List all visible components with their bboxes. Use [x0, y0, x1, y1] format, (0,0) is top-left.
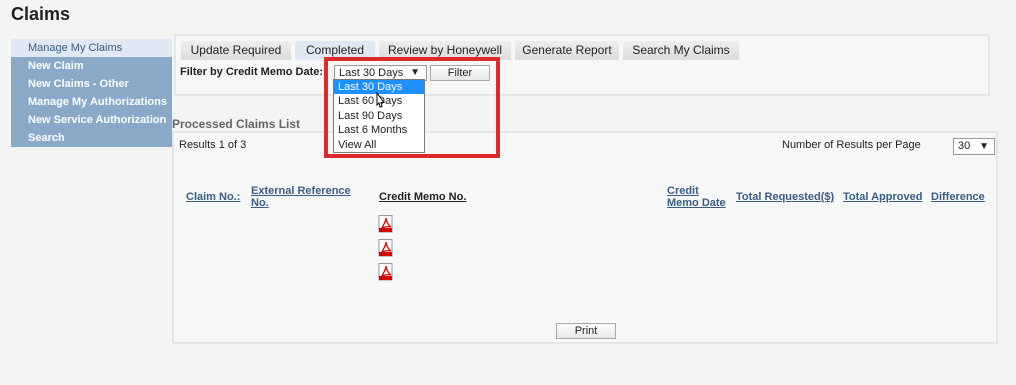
page-title: Claims: [11, 4, 71, 24]
column-header-credit-memo-no[interactable]: Credit Memo No.: [379, 191, 466, 203]
pdf-icon[interactable]: [378, 215, 394, 233]
column-header-difference[interactable]: Difference: [931, 191, 985, 203]
sidebar-item-search[interactable]: Search: [11, 129, 172, 147]
results-per-page-label: Number of Results per Page: [782, 139, 921, 151]
sidebar-item-manage-my-authorizations[interactable]: Manage My Authorizations: [11, 93, 172, 111]
sidebar-item-manage-my-claims[interactable]: Manage My Claims: [11, 39, 172, 57]
tab-generate-report[interactable]: Generate Report: [515, 41, 619, 60]
column-header-credit-memo-date-line2: Memo Date: [667, 197, 726, 209]
results-per-page-value: 30: [958, 140, 971, 152]
column-header-total-requested[interactable]: Total Requested($): [736, 191, 834, 203]
processed-claims-panel: Results 1 of 3 Number of Results per Pag…: [172, 131, 998, 344]
tab-search-my-claims[interactable]: Search My Claims: [623, 41, 739, 60]
pdf-icon[interactable]: [378, 239, 394, 257]
results-per-page-select[interactable]: 30 ▼: [953, 138, 995, 155]
sidebar-item-new-service-authorization[interactable]: New Service Authorization: [11, 111, 172, 129]
pdf-icon[interactable]: [378, 263, 394, 281]
filter-credit-memo-date-label: Filter by Credit Memo Date:: [180, 66, 324, 78]
sidebar-nav: Manage My Claims New Claim New Claims - …: [11, 39, 172, 147]
column-header-total-approved[interactable]: Total Approved: [843, 191, 922, 203]
claims-tab-panel: Update Required Completed Review by Hone…: [174, 34, 990, 96]
column-header-external-reference[interactable]: External Reference No.: [251, 185, 351, 209]
column-header-external-reference-line1: External Reference: [251, 185, 351, 197]
sidebar-item-new-claims-other[interactable]: New Claims - Other: [11, 75, 172, 93]
mouse-pointer-icon: [376, 92, 385, 108]
print-button[interactable]: Print: [556, 323, 616, 339]
results-count: Results 1 of 3: [179, 139, 247, 151]
annotation-highlight-box: [324, 57, 500, 158]
column-header-external-reference-line2: No.: [251, 197, 269, 209]
column-header-claim-no[interactable]: Claim No.:: [186, 191, 240, 203]
processed-claims-title: Processed Claims List: [172, 117, 301, 131]
tab-update-required[interactable]: Update Required: [181, 41, 291, 60]
column-header-credit-memo-date-line1: Credit: [667, 185, 699, 197]
dropdown-arrow-icon: ▼: [979, 141, 989, 152]
column-header-credit-memo-date[interactable]: Credit Memo Date: [667, 185, 726, 209]
sidebar-item-new-claim[interactable]: New Claim: [11, 57, 172, 75]
